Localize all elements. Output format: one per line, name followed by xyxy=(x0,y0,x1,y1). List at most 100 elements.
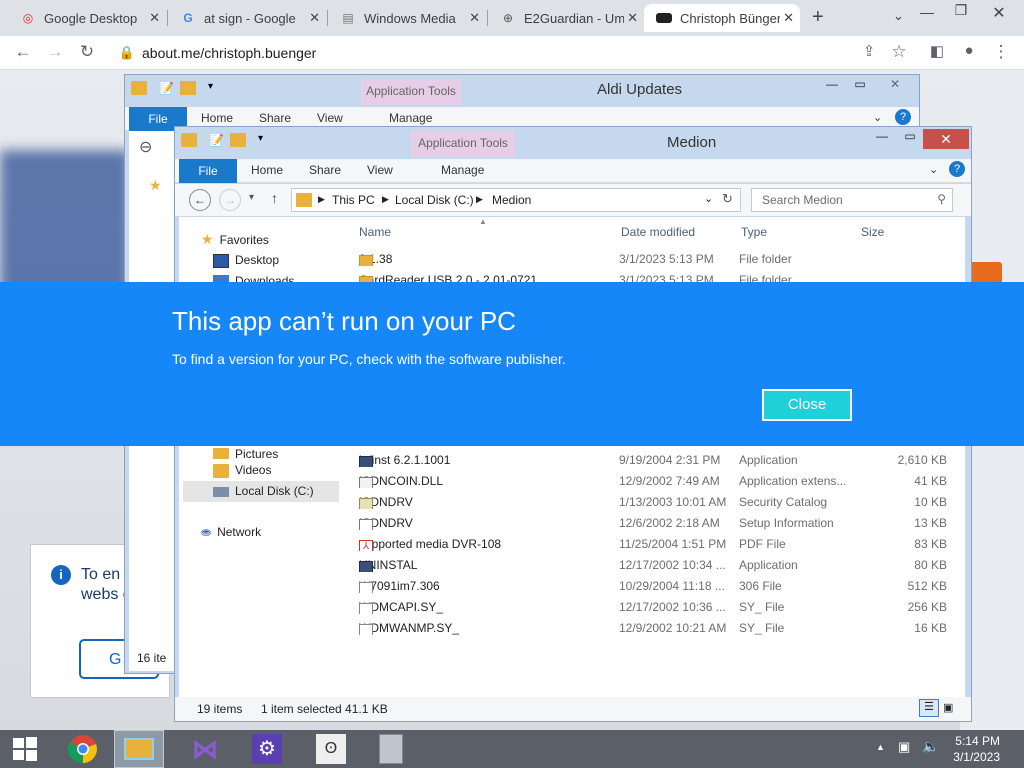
back-arrow-icon[interactable]: ← xyxy=(189,189,211,211)
back-arrow-icon[interactable]: ← xyxy=(12,42,34,62)
breadcrumb-medion[interactable]: Medion xyxy=(492,193,531,207)
tray-overflow-chevron-icon[interactable]: ▲ xyxy=(876,742,885,752)
forward-arrow-icon[interactable]: → xyxy=(44,42,66,62)
breadcrumb[interactable]: ▶ This PC ▶ Local Disk (C:) ▶ Medion ⌄ ↻ xyxy=(291,188,741,212)
minimize-icon[interactable]: — xyxy=(912,4,942,20)
taskbar-settings[interactable]: ⚙ xyxy=(242,730,292,768)
reload-icon[interactable]: ↻ xyxy=(76,42,98,62)
close-window-icon[interactable]: ✕ xyxy=(988,3,1010,23)
close-window-icon[interactable]: ✕ xyxy=(875,77,915,91)
maximize-icon[interactable]: ▭ xyxy=(847,77,873,91)
tab-manage[interactable]: Manage xyxy=(441,163,484,177)
menu-kebab-icon[interactable]: ⋮ xyxy=(990,42,1012,62)
table-row[interactable]: W7091im7.306 10/29/2004 11:18 ... 306 File… xyxy=(359,576,949,597)
close-tab-icon[interactable]: ✕ xyxy=(783,10,794,26)
taskbar-file-explorer[interactable] xyxy=(114,730,164,768)
tab-view[interactable]: View xyxy=(367,163,393,177)
new-folder-icon[interactable] xyxy=(229,133,246,147)
tab-manage[interactable]: Manage xyxy=(389,111,432,125)
column-name[interactable]: Name xyxy=(359,225,391,239)
back-circle-icon[interactable]: ⊖ xyxy=(139,137,152,157)
close-tab-icon[interactable]: ✕ xyxy=(469,10,480,26)
column-size[interactable]: Size xyxy=(861,225,884,239)
forward-arrow-icon[interactable]: → xyxy=(219,189,241,211)
close-tab-icon[interactable]: ✕ xyxy=(149,10,160,26)
tab-share[interactable]: Share xyxy=(309,163,341,177)
tab-file[interactable]: File xyxy=(179,159,237,183)
tab-windows-media[interactable]: ▤ Windows Media ✕ xyxy=(328,4,486,32)
large-icons-view-icon[interactable]: ▣ xyxy=(943,701,953,714)
nav-desktop[interactable]: Desktop xyxy=(213,253,279,268)
minimize-icon[interactable]: — xyxy=(819,77,845,91)
ribbon-collapse-chevron-icon[interactable]: ⌄ xyxy=(929,163,938,176)
network-tray-icon[interactable]: ▣ xyxy=(898,739,910,755)
address-dropdown-chevron-icon[interactable]: ⌄ xyxy=(704,192,713,205)
recent-locations-chevron-icon[interactable]: ▾ xyxy=(249,192,254,203)
folder-icon xyxy=(131,81,147,95)
desktop-icon xyxy=(213,253,229,268)
sort-arrow-icon: ▲ xyxy=(479,217,487,226)
properties-icon[interactable]: 📝 xyxy=(159,81,174,95)
taskbar-visual-studio[interactable]: ⋈ xyxy=(180,730,230,768)
nav-local-disk[interactable]: Local Disk (C:) xyxy=(183,481,339,502)
table-row[interactable]: ISDNDRV 1/13/2003 10:01 AM Security Catalo… xyxy=(359,492,949,513)
taskbar-chrome[interactable] xyxy=(58,730,108,768)
tab-google-desktop[interactable]: ◎ Google Desktop ✕ xyxy=(8,4,166,32)
tab-share[interactable]: Share xyxy=(259,111,291,125)
table-row[interactable]: WDMCAPI.SY_ 12/17/2002 10:36 ... SY_ File 2… xyxy=(359,597,949,618)
minimize-icon[interactable]: — xyxy=(869,129,895,143)
taskbar-owl-app[interactable]: ʘ xyxy=(306,730,356,768)
bookmark-star-icon[interactable]: ☆ xyxy=(888,42,910,62)
volume-icon[interactable]: 🔈 xyxy=(922,738,939,755)
help-icon[interactable]: ? xyxy=(949,161,965,177)
customize-chevron-icon[interactable]: ▾ xyxy=(208,81,213,95)
properties-icon[interactable]: 📝 xyxy=(209,133,224,147)
breadcrumb-local-disk[interactable]: Local Disk (C:) xyxy=(395,193,474,207)
table-row[interactable]: UNINSTAL 12/17/2002 10:34 ... Application 8… xyxy=(359,555,949,576)
column-date-modified[interactable]: Date modified xyxy=(621,225,695,239)
search-input[interactable]: Search Medion ⚲ xyxy=(751,188,953,212)
up-arrow-icon[interactable]: ↑ xyxy=(271,190,278,206)
customize-chevron-icon[interactable]: ▾ xyxy=(258,133,263,147)
tab-christoph-bunger[interactable]: Christoph Bünger ✕ xyxy=(644,4,800,32)
close-tab-icon[interactable]: ✕ xyxy=(627,10,638,26)
file-size: 80 KB xyxy=(914,558,947,572)
address-bar[interactable]: about.me/christoph.buenger xyxy=(142,40,872,66)
breadcrumb-this-pc[interactable]: This PC xyxy=(332,193,375,207)
clock[interactable]: 5:14 PM 3/1/2023 xyxy=(953,733,1000,765)
tab-view[interactable]: View xyxy=(317,111,343,125)
column-type[interactable]: Type xyxy=(741,225,767,239)
ribbon-collapse-chevron-icon[interactable]: ⌄ xyxy=(873,111,882,124)
help-icon[interactable]: ? xyxy=(895,109,911,125)
tab-home[interactable]: Home xyxy=(251,163,283,177)
new-folder-icon[interactable] xyxy=(179,81,196,95)
details-view-icon[interactable]: ☰ xyxy=(919,699,939,717)
tab-at-sign[interactable]: Gat sign - Google ✕ xyxy=(168,4,326,32)
close-window-icon[interactable]: ✕ xyxy=(923,129,969,149)
lock-icon[interactable]: 🔒 xyxy=(116,45,138,61)
table-row[interactable]: ISDNDRV 12/6/2002 2:18 AM Setup Informatio… xyxy=(359,513,949,534)
tab-e2guardian[interactable]: ⊕ E2Guardian - Um ✕ xyxy=(488,4,644,32)
setup-info-icon xyxy=(359,519,373,530)
tab-search-chevron-icon[interactable]: ⌄ xyxy=(893,8,904,24)
close-tab-icon[interactable]: ✕ xyxy=(309,10,320,26)
maximize-icon[interactable]: ▭ xyxy=(897,129,923,143)
start-button[interactable] xyxy=(0,730,50,768)
table-row[interactable]: WDMWANMP.SY_ 12/9/2002 10:21 AM SY_ File 16… xyxy=(359,618,949,639)
nav-network[interactable]: ⛂ Network xyxy=(201,525,261,539)
nav-favorites[interactable]: ★ Favorites xyxy=(201,231,269,248)
table-row[interactable]: 2.1.38 3/1/2023 5:13 PM File folder xyxy=(359,249,949,270)
dialog-close-button[interactable]: Close xyxy=(762,389,852,421)
table-row[interactable]: infinst 6.2.1.1001 9/19/2004 2:31 PM Appli… xyxy=(359,450,949,471)
taskbar-installer[interactable] xyxy=(366,730,416,768)
side-panel-icon[interactable]: ◧ xyxy=(926,42,948,60)
nav-videos[interactable]: Videos xyxy=(213,463,271,478)
table-row[interactable]: ISDNCOIN.DLL 12/9/2002 7:49 AM Application… xyxy=(359,471,949,492)
profile-avatar-icon[interactable]: ● xyxy=(958,42,980,59)
table-row[interactable]: ⅄ supported media DVR-108 11/25/2004 1:51 … xyxy=(359,534,949,555)
tab-home[interactable]: Home xyxy=(201,111,233,125)
new-tab-button[interactable]: + xyxy=(812,6,824,29)
restore-icon[interactable]: ❐ xyxy=(950,2,972,19)
refresh-icon[interactable]: ↻ xyxy=(722,191,733,207)
nav-pictures[interactable]: Pictures xyxy=(213,447,278,459)
